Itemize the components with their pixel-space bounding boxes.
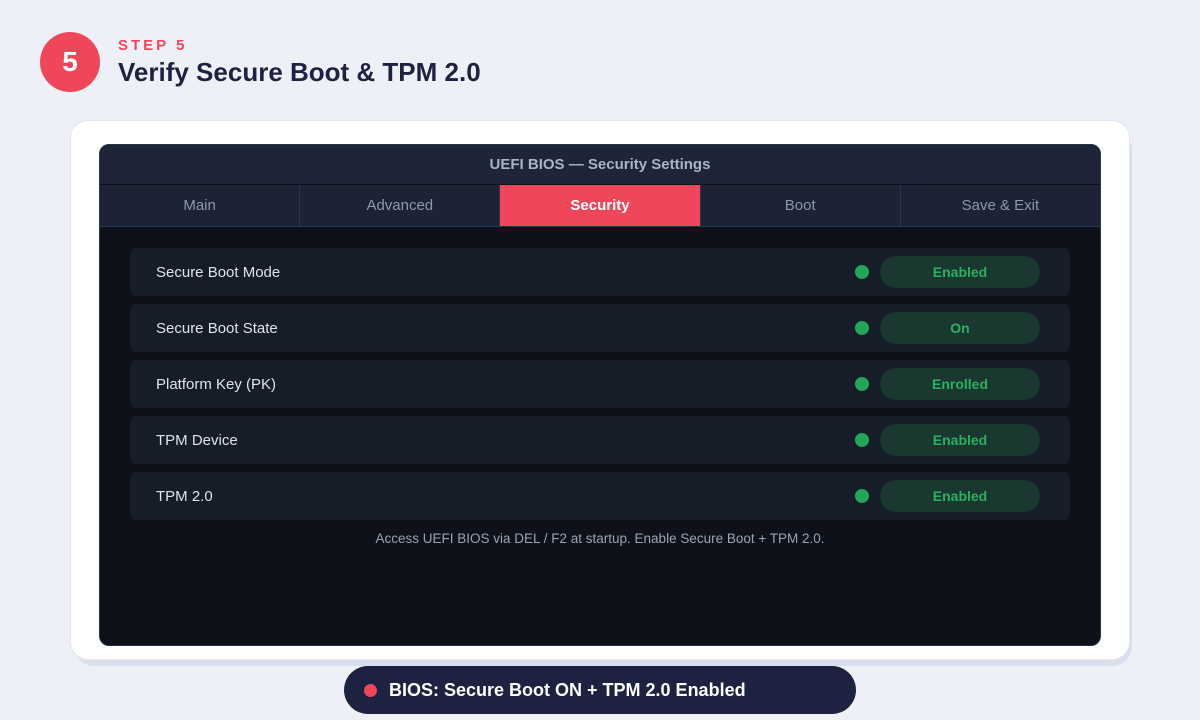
summary-status-pill: BIOS: Secure Boot ON + TPM 2.0 Enabled [344, 666, 856, 714]
step-text: STEP 5 Verify Secure Boot & TPM 2.0 [118, 37, 481, 87]
tab-label: Advanced [366, 197, 434, 214]
step-title: Verify Secure Boot & TPM 2.0 [118, 57, 481, 87]
setting-row-tpm-2-0[interactable]: TPM 2.0 Enabled [130, 472, 1070, 520]
setting-label: Secure Boot State [156, 319, 278, 337]
status-dot-icon [855, 377, 869, 391]
step-number-badge: 5 [40, 32, 100, 92]
setting-row-secure-boot-state[interactable]: Secure Boot State On [130, 304, 1070, 352]
status-dot-icon [855, 265, 869, 279]
security-settings-list: Secure Boot Mode Enabled Secure Boot Sta… [100, 227, 1100, 546]
setting-row-platform-key[interactable]: Platform Key (PK) Enrolled [130, 360, 1070, 408]
bios-window-title: UEFI BIOS — Security Settings [489, 156, 711, 173]
step-header: 5 STEP 5 Verify Secure Boot & TPM 2.0 [40, 32, 481, 92]
setting-label: TPM Device [156, 431, 238, 449]
tab-label: Boot [784, 197, 816, 214]
setting-row-secure-boot-mode[interactable]: Secure Boot Mode Enabled [130, 248, 1070, 296]
setting-value-pill[interactable]: Enrolled [880, 368, 1040, 400]
setting-value-pill[interactable]: Enabled [880, 256, 1040, 288]
tab-advanced[interactable]: Advanced [300, 185, 501, 226]
setting-value-pill[interactable]: Enabled [880, 424, 1040, 456]
bios-tab-bar: Main Advanced Security Boot Save & Exit [100, 185, 1100, 227]
tab-label: Save & Exit [961, 197, 1040, 214]
tab-boot[interactable]: Boot [701, 185, 901, 226]
tab-label: Main [183, 197, 216, 214]
status-dot-icon [855, 489, 869, 503]
bios-title-bar: UEFI BIOS — Security Settings [100, 145, 1100, 185]
tab-label: Security [570, 197, 630, 214]
status-dot-icon [855, 321, 869, 335]
setting-label: Platform Key (PK) [156, 375, 277, 393]
setting-label: Secure Boot Mode [156, 263, 281, 281]
bios-window: UEFI BIOS — Security Settings Main Advan… [99, 144, 1101, 646]
tab-save-exit[interactable]: Save & Exit [901, 185, 1100, 226]
tab-main[interactable]: Main [100, 185, 301, 226]
tab-security[interactable]: Security [500, 185, 701, 226]
setting-value-pill[interactable]: On [880, 312, 1040, 344]
bios-hint-text: Access UEFI BIOS via DEL / F2 at startup… [375, 531, 825, 546]
setting-value-pill[interactable]: Enabled [880, 480, 1040, 512]
status-dot-icon [855, 433, 869, 447]
setting-label: TPM 2.0 [156, 487, 213, 505]
status-dot-icon [364, 683, 377, 697]
setting-row-tpm-device[interactable]: TPM Device Enabled [130, 416, 1070, 464]
summary-text: BIOS: Secure Boot ON + TPM 2.0 Enabled [389, 679, 746, 700]
step-kicker: STEP 5 [118, 37, 188, 54]
